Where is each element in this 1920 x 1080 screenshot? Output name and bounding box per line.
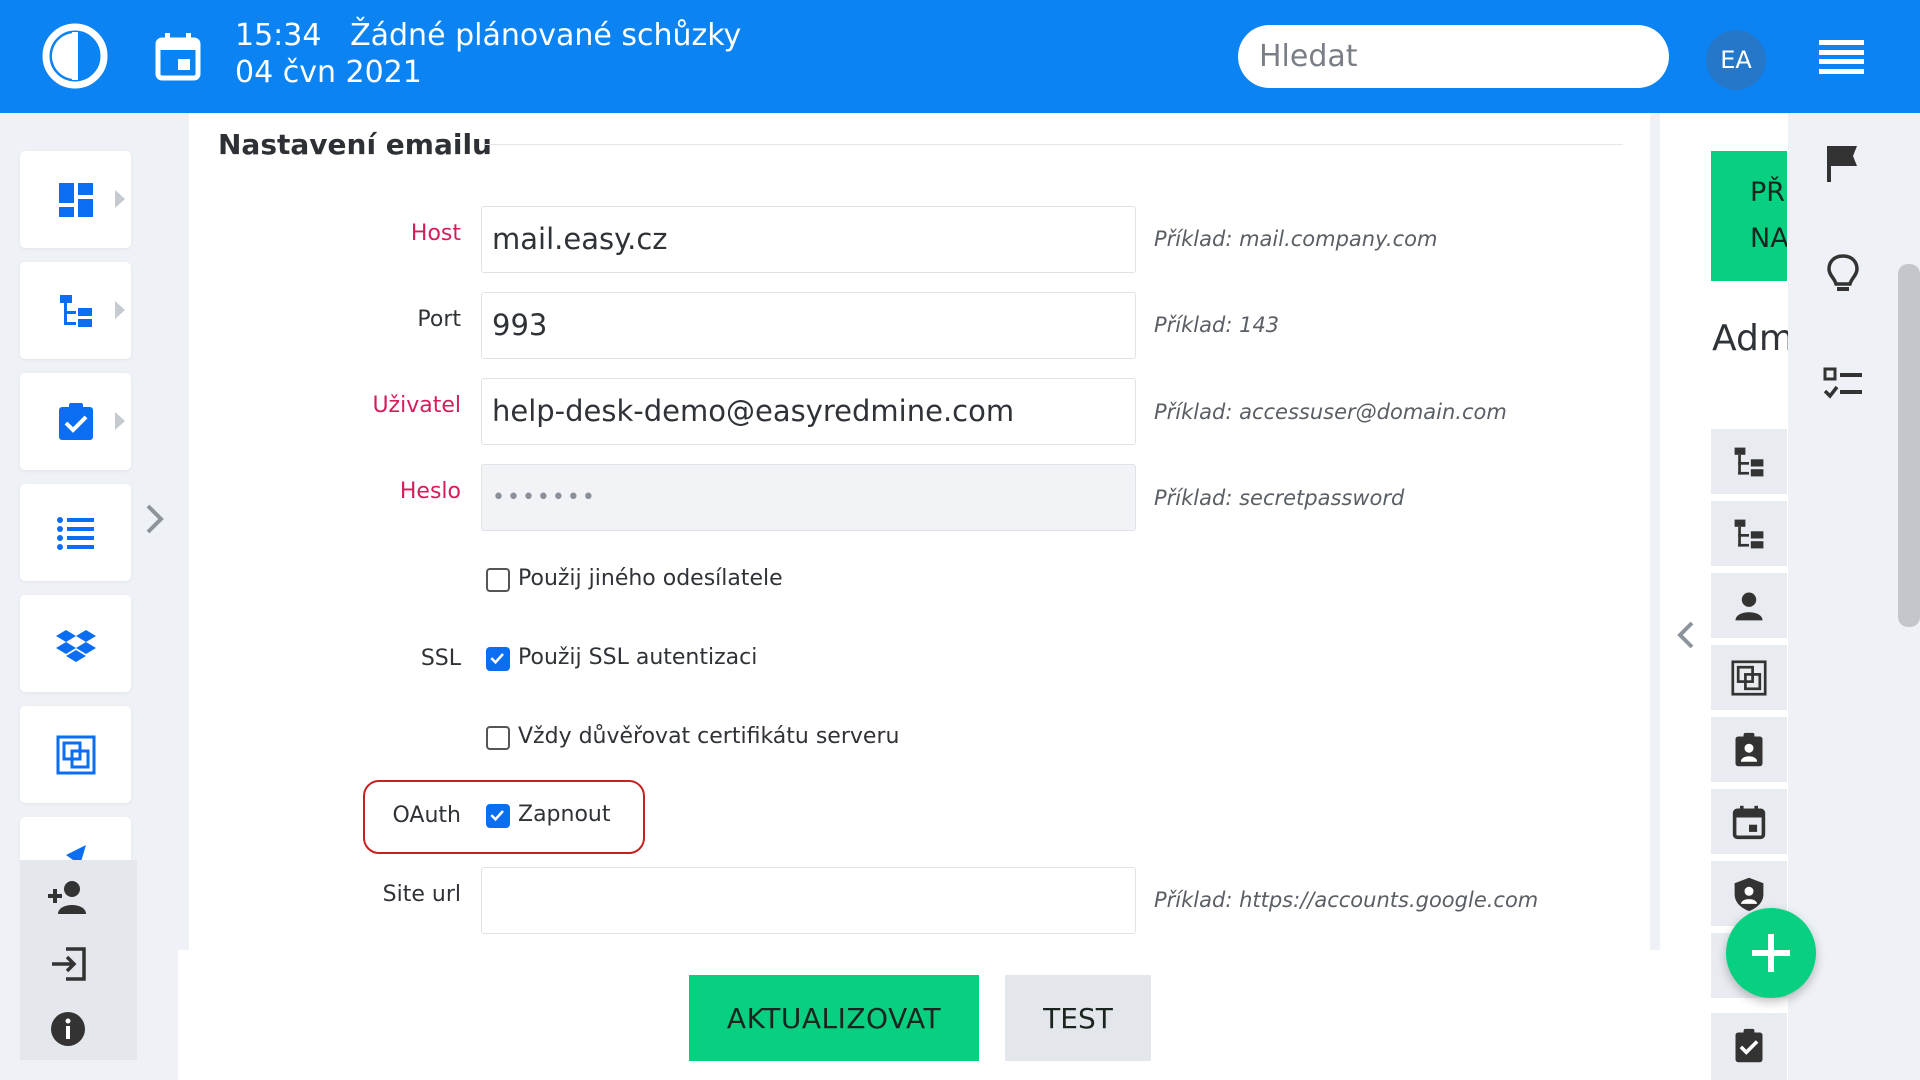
right-item-hierarchy-1[interactable] xyxy=(1711,429,1787,494)
add-user-icon[interactable] xyxy=(48,878,88,916)
chevron-right-icon xyxy=(115,301,125,319)
task-check-icon xyxy=(59,403,93,440)
right-item-user[interactable] xyxy=(1711,573,1787,638)
plus-icon xyxy=(1752,934,1790,972)
oauth-checkbox[interactable] xyxy=(486,804,510,828)
chevron-right-icon xyxy=(115,190,125,208)
other-sender-label[interactable]: Použij jiného odesílatele xyxy=(518,566,783,591)
right-item-calendar[interactable] xyxy=(1711,789,1787,854)
site-url-label: Site url xyxy=(382,882,461,907)
checkmark-icon xyxy=(490,653,504,665)
info-icon[interactable] xyxy=(48,1010,88,1048)
hierarchy-icon xyxy=(60,295,92,327)
logo-icon[interactable] xyxy=(40,21,110,91)
site-url-input[interactable] xyxy=(481,867,1136,934)
hamburger-menu-icon[interactable] xyxy=(1819,40,1864,74)
port-input[interactable]: 993 xyxy=(481,292,1136,359)
ssl-label: SSL xyxy=(420,646,461,671)
password-input[interactable]: ••••••• xyxy=(481,464,1136,531)
password-hint: Příklad: secretpassword xyxy=(1154,486,1405,510)
dashboard-icon xyxy=(59,183,93,217)
trust-certificate-label[interactable]: Vždy důvěřovat certifikátu serveru xyxy=(518,724,899,749)
add-button[interactable] xyxy=(1726,908,1816,998)
sidebar-item-tasks[interactable] xyxy=(20,373,131,470)
task-check-icon xyxy=(1735,1028,1763,1063)
sidebar-item-partial[interactable] xyxy=(20,817,131,865)
checkmark-icon xyxy=(490,810,504,822)
right-item-frame[interactable] xyxy=(1711,645,1787,710)
section-divider xyxy=(485,144,1623,145)
sidebar-item-frame[interactable] xyxy=(20,706,131,803)
checklist-icon[interactable] xyxy=(1823,363,1863,405)
user-input[interactable]: help-desk-demo@easyredmine.com xyxy=(481,378,1136,445)
collapse-panel-chevron-icon[interactable] xyxy=(1676,619,1696,651)
calendar-icon[interactable] xyxy=(154,32,202,82)
password-label: Heslo xyxy=(399,479,461,504)
calendar-icon xyxy=(1732,805,1766,840)
port-hint: Příklad: 143 xyxy=(1154,313,1280,337)
shield-user-icon xyxy=(1734,877,1764,912)
promo-card[interactable]: PŘ NA xyxy=(1711,151,1787,281)
avatar[interactable]: EA xyxy=(1706,30,1766,90)
hierarchy-icon xyxy=(1734,447,1764,477)
header-time-line[interactable]: 15:34 Žádné plánované schůzky xyxy=(235,18,741,53)
chevron-right-icon xyxy=(115,412,125,430)
expand-sidebar-chevron-icon[interactable] xyxy=(143,502,167,536)
search-input[interactable] xyxy=(1238,25,1669,88)
promo-card-line1: PŘ xyxy=(1750,177,1786,208)
right-item-hierarchy-2[interactable] xyxy=(1711,501,1787,566)
hierarchy-icon xyxy=(1734,519,1764,549)
scrollbar-thumb[interactable] xyxy=(1898,264,1920,627)
right-item-task[interactable] xyxy=(1711,1013,1787,1080)
lightbulb-icon[interactable] xyxy=(1823,252,1863,294)
sidebar-utility-group xyxy=(20,860,137,1060)
login-icon[interactable] xyxy=(48,945,88,983)
promo-card-line2: NA xyxy=(1750,223,1787,254)
frame-icon xyxy=(1731,660,1767,696)
list-icon xyxy=(57,517,94,550)
site-url-hint: Příklad: https://accounts.google.com xyxy=(1154,888,1539,912)
right-panel-title: Adm xyxy=(1712,318,1788,359)
sidebar-item-list[interactable] xyxy=(20,484,131,581)
oauth-checkbox-label[interactable]: Zapnout xyxy=(518,802,611,827)
host-hint: Příklad: mail.company.com xyxy=(1154,227,1438,251)
meeting-status: Žádné plánované schůzky xyxy=(350,18,742,53)
host-input[interactable]: mail.easy.cz xyxy=(481,206,1136,273)
update-button[interactable]: AKTUALIZOVAT xyxy=(689,975,979,1061)
header-date: 04 čvn 2021 xyxy=(235,55,422,90)
host-label: Host xyxy=(410,221,461,246)
section-title: Nastavení emailu xyxy=(218,128,492,161)
sidebar-item-hierarchy[interactable] xyxy=(20,262,131,359)
dropbox-icon xyxy=(56,630,96,662)
right-item-contact[interactable] xyxy=(1711,717,1787,782)
other-sender-checkbox[interactable] xyxy=(486,568,510,592)
user-icon xyxy=(1735,592,1763,621)
ssl-checkbox[interactable] xyxy=(486,647,510,671)
sidebar-item-dashboard[interactable] xyxy=(20,151,131,248)
oauth-label: OAuth xyxy=(392,803,462,828)
test-button[interactable]: TEST xyxy=(1005,975,1151,1061)
ssl-checkbox-label[interactable]: Použij SSL autentizaci xyxy=(518,645,757,670)
user-label: Uživatel xyxy=(372,393,461,418)
contact-badge-icon xyxy=(1735,732,1763,767)
clock-time: 15:34 xyxy=(235,18,322,53)
user-hint: Příklad: accessuser@domain.com xyxy=(1154,400,1507,424)
frame-icon xyxy=(56,735,96,775)
port-label: Port xyxy=(417,307,461,332)
flag-icon[interactable] xyxy=(1823,142,1863,184)
trust-certificate-checkbox[interactable] xyxy=(486,726,510,750)
sidebar-item-dropbox[interactable] xyxy=(20,595,131,692)
